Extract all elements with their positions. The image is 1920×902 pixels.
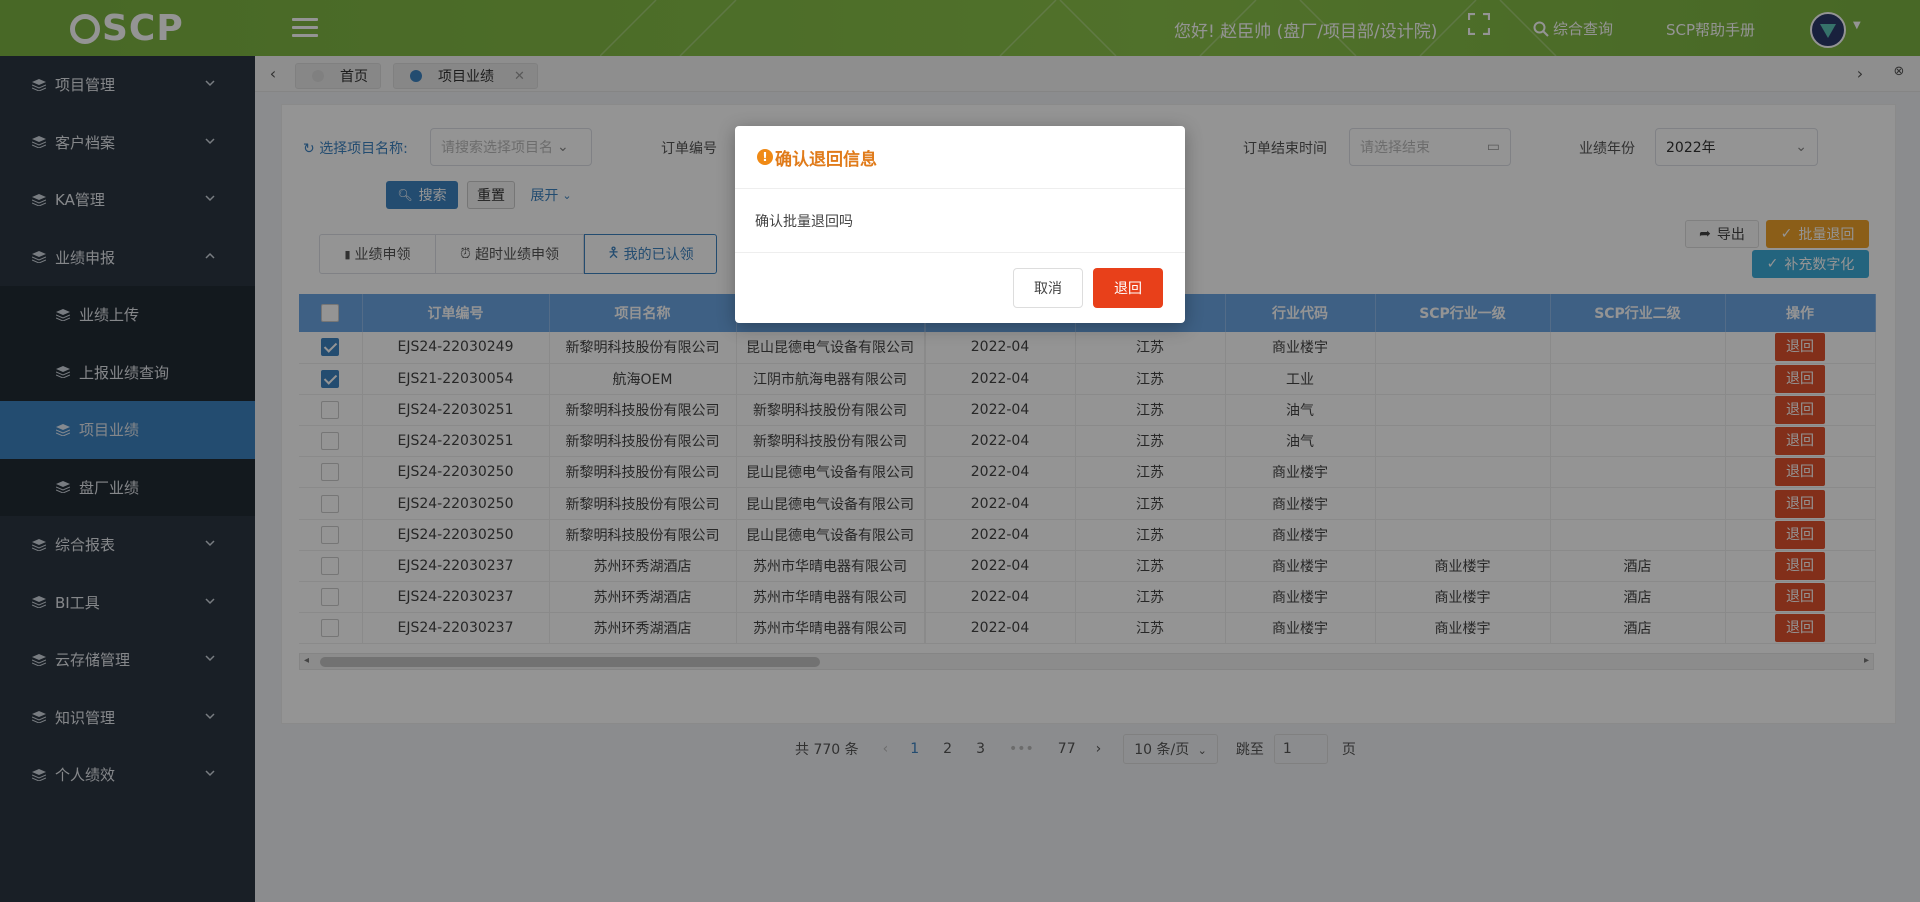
confirm-return-button[interactable]: 退回 [1093, 268, 1163, 308]
warning-icon: ! [757, 149, 773, 165]
confirm-return-dialog: ! 确认退回信息 确认批量退回吗 取消 退回 [735, 126, 1185, 323]
cancel-button[interactable]: 取消 [1013, 268, 1083, 308]
dialog-header: ! 确认退回信息 [735, 126, 1185, 189]
dialog-body: 确认批量退回吗 [735, 189, 1185, 253]
dialog-title: 确认退回信息 [775, 149, 877, 170]
